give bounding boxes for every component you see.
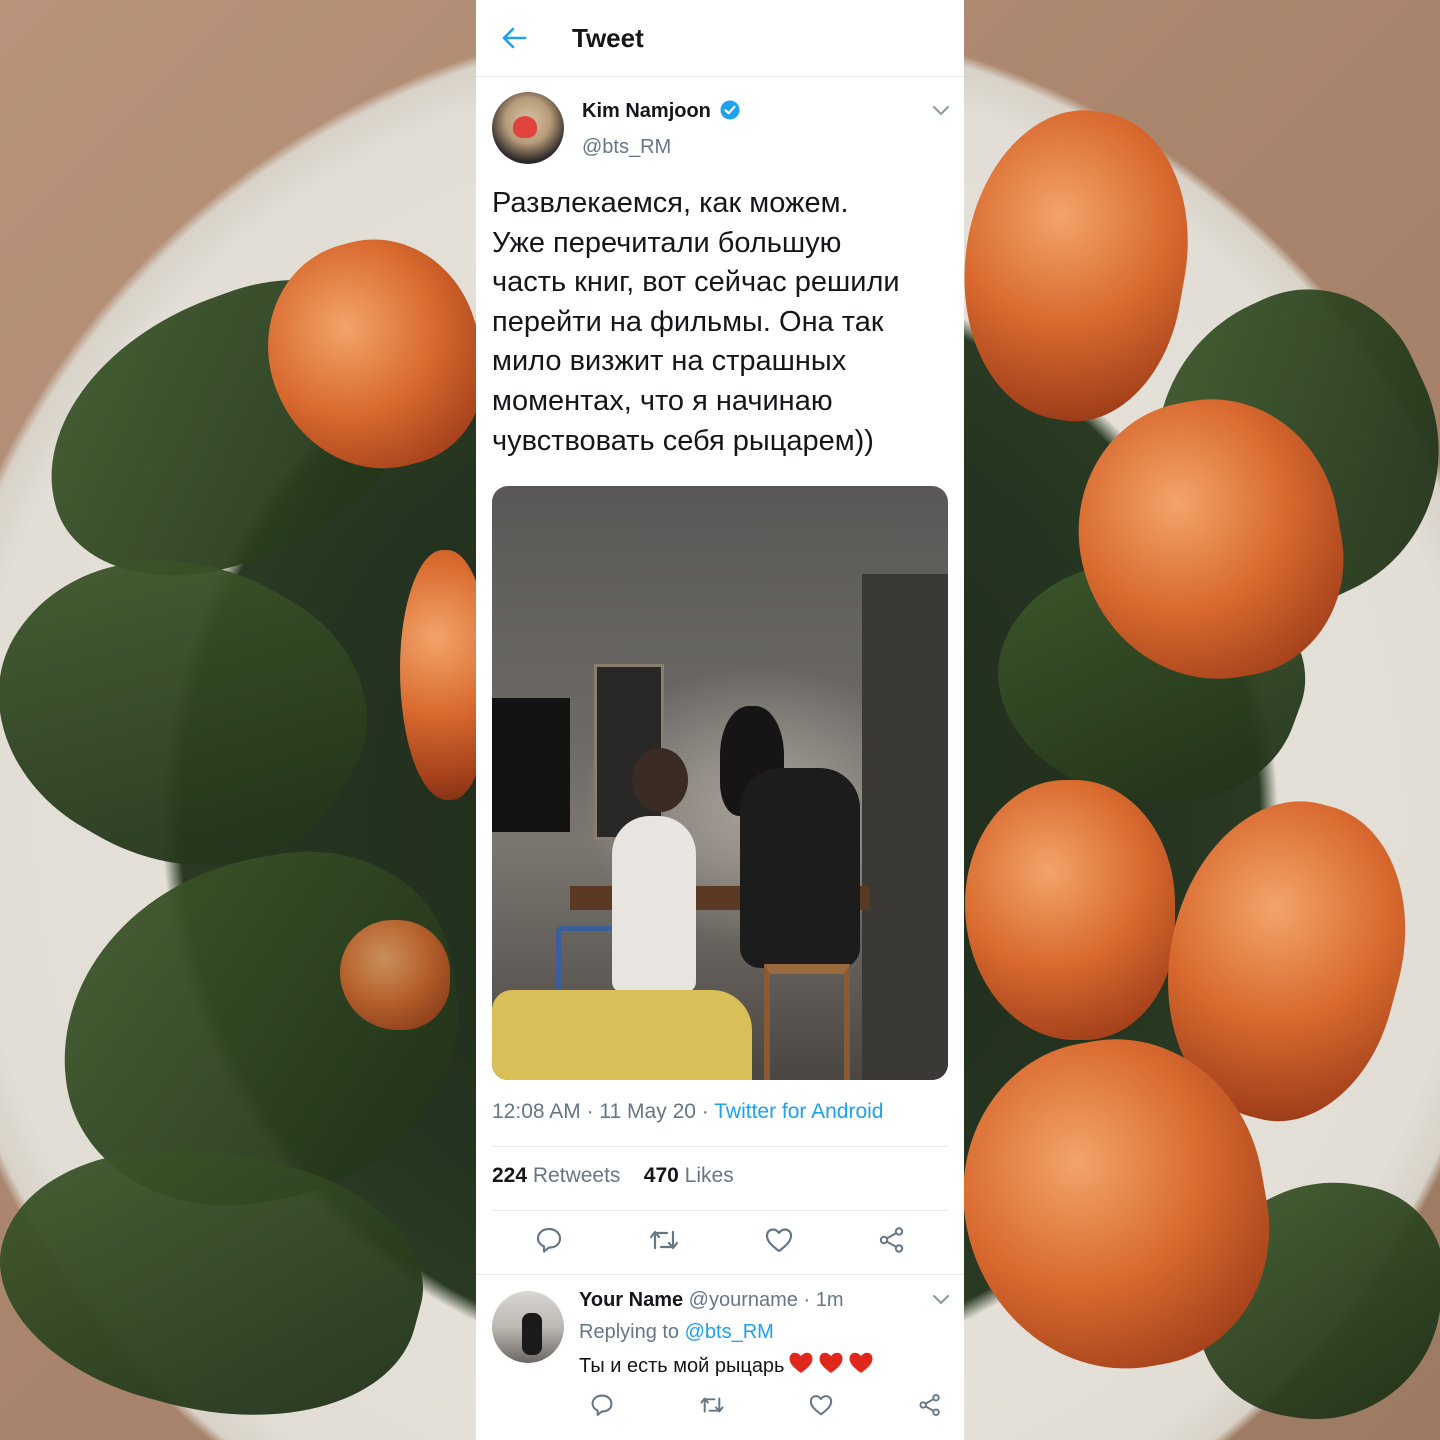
retweets-label: Retweets xyxy=(532,1164,621,1187)
tweet-source-link[interactable]: Twitter for Android xyxy=(714,1100,883,1123)
retweets-count: 224 xyxy=(492,1164,528,1187)
heart-emoji xyxy=(818,1351,844,1381)
heart-emoji xyxy=(848,1351,874,1381)
heart-emoji xyxy=(788,1351,814,1381)
author-display-name[interactable]: Kim Namjoon xyxy=(582,100,711,122)
meta-separator: · xyxy=(701,1100,709,1123)
author-name-row[interactable]: Kim Namjoon xyxy=(582,100,740,125)
replying-to: Replying to @bts_RM xyxy=(579,1321,774,1344)
reply-text: Ты и есть мой рыцарь xyxy=(579,1354,785,1377)
reply-icon[interactable] xyxy=(535,1226,563,1254)
share-icon[interactable] xyxy=(878,1226,906,1254)
reply-tweet[interactable]: Your Name @yourname · 1m Replying to @bt… xyxy=(476,1274,964,1440)
chevron-down-icon[interactable] xyxy=(932,104,950,122)
chevron-down-icon[interactable] xyxy=(932,1293,950,1311)
tweet-time: 12:08 AM xyxy=(492,1100,581,1123)
reply-avatar[interactable] xyxy=(492,1291,564,1363)
meta-separator: · xyxy=(586,1100,594,1123)
divider xyxy=(492,1210,948,1211)
reply-icon[interactable] xyxy=(590,1393,614,1417)
likes-label: Likes xyxy=(684,1164,734,1187)
tweet-date: 11 May 20 xyxy=(599,1100,696,1123)
tweet-stats: 224 Retweets 470 Likes xyxy=(492,1164,734,1188)
reply-time: 1m xyxy=(815,1289,844,1311)
verified-icon xyxy=(720,100,740,125)
back-arrow-icon[interactable] xyxy=(500,24,528,52)
retweet-icon[interactable] xyxy=(699,1393,725,1417)
reply-header: Your Name @yourname · 1m xyxy=(579,1289,844,1312)
reply-actions xyxy=(576,1393,956,1417)
tweet-photo[interactable] xyxy=(492,486,948,1080)
reply-handle[interactable]: @yourname xyxy=(689,1289,798,1311)
likes-stat[interactable]: 470 Likes xyxy=(644,1164,734,1187)
likes-count: 470 xyxy=(643,1164,679,1187)
page-title: Tweet xyxy=(572,22,644,53)
tweet-actions xyxy=(492,1226,948,1254)
share-icon[interactable] xyxy=(918,1393,942,1417)
tweet-text: Развлекаемся, как можем. Уже перечитали … xyxy=(492,187,900,457)
divider xyxy=(492,1146,948,1147)
author-avatar[interactable] xyxy=(492,92,564,164)
replying-mention-link[interactable]: @bts_RM xyxy=(685,1321,774,1343)
retweets-stat[interactable]: 224 Retweets xyxy=(492,1164,620,1187)
tweet-card: Tweet Kim Namjoon @bts_RM Развлекаемся, … xyxy=(476,0,964,1440)
like-icon[interactable] xyxy=(765,1227,793,1253)
top-bar: Tweet xyxy=(476,0,964,77)
replying-label: Replying to xyxy=(579,1321,680,1343)
reply-text-row: Ты и есть мой рыцарь xyxy=(579,1351,874,1381)
like-icon[interactable] xyxy=(809,1393,833,1417)
author-handle[interactable]: @bts_RM xyxy=(582,136,671,159)
meta-separator: · xyxy=(803,1289,811,1311)
retweet-icon[interactable] xyxy=(648,1227,680,1253)
reply-display-name[interactable]: Your Name xyxy=(579,1289,683,1311)
tweet-meta: 12:08 AM · 11 May 20 · Twitter for Andro… xyxy=(492,1100,883,1124)
